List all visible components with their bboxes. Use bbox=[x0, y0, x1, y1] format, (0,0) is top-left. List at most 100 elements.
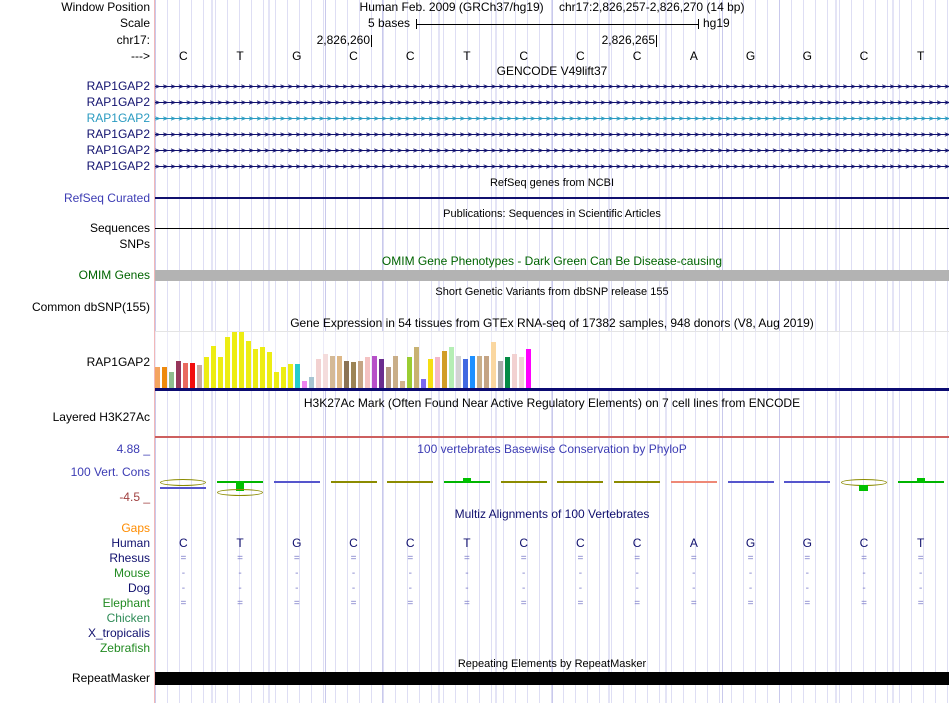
track-label-snps[interactable]: SNPs bbox=[0, 238, 150, 251]
gtex-tissue-bar[interactable] bbox=[344, 361, 349, 389]
gtex-tissue-bar[interactable] bbox=[204, 357, 209, 389]
gene-transcript-row[interactable]: >>>>>>>>>>>>>>>>>>>>>>>>>>>>>>>>>>>>>>>>… bbox=[155, 112, 949, 125]
multiz-row-rhesus[interactable]: = = = = = = = = = = = = = = bbox=[155, 552, 949, 565]
gtex-tissue-bar[interactable] bbox=[463, 359, 468, 389]
gtex-tissue-bar[interactable] bbox=[274, 372, 279, 389]
conservation-mark[interactable] bbox=[916, 478, 925, 483]
track-label-refseq-curated[interactable]: RefSeq Curated bbox=[0, 192, 150, 205]
track-label-layered-h3k27ac[interactable]: Layered H3K27Ac bbox=[0, 411, 150, 424]
conservation-mark[interactable] bbox=[784, 481, 831, 483]
gtex-tissue-bar[interactable] bbox=[449, 347, 454, 389]
gtex-tissue-bar[interactable] bbox=[197, 365, 202, 389]
gtex-tissue-bar[interactable] bbox=[169, 372, 174, 389]
gtex-tissue-bar[interactable] bbox=[218, 357, 223, 389]
track-label-100-vert-cons[interactable]: 100 Vert. Cons bbox=[0, 466, 150, 479]
gtex-tissue-bar[interactable] bbox=[190, 363, 195, 389]
conservation-mark[interactable] bbox=[557, 481, 604, 483]
gtex-tissue-bar[interactable] bbox=[232, 332, 237, 389]
gtex-tissue-bar[interactable] bbox=[155, 367, 160, 389]
multiz-row-dog[interactable]: -------------- bbox=[155, 582, 949, 595]
multiz-species-label-x_tropicalis[interactable]: X_tropicalis bbox=[0, 627, 150, 640]
gene-label-rap1gap2[interactable]: RAP1GAP2 bbox=[0, 96, 150, 109]
gtex-tissue-bar[interactable] bbox=[316, 359, 321, 389]
gtex-tissue-bar[interactable] bbox=[365, 357, 370, 389]
track-label-repeatmasker[interactable]: RepeatMasker bbox=[0, 672, 150, 685]
publications-sequences-item[interactable] bbox=[155, 228, 949, 229]
gtex-tissue-bar[interactable] bbox=[183, 363, 188, 389]
gene-transcript-row[interactable]: >>>>>>>>>>>>>>>>>>>>>>>>>>>>>>>>>>>>>>>>… bbox=[155, 144, 949, 157]
conservation-mark[interactable] bbox=[462, 478, 471, 483]
gtex-tissue-bar[interactable] bbox=[246, 341, 251, 389]
multiz-species-label-mouse[interactable]: Mouse bbox=[0, 567, 150, 580]
gtex-tissue-bar[interactable] bbox=[435, 357, 440, 389]
track-label-sequences[interactable]: Sequences bbox=[0, 222, 150, 235]
gtex-tissue-bar[interactable] bbox=[484, 356, 489, 389]
gtex-expression-chart[interactable] bbox=[155, 331, 949, 389]
gtex-tissue-bar[interactable] bbox=[470, 356, 475, 389]
gene-label-rap1gap2[interactable]: RAP1GAP2 bbox=[0, 128, 150, 141]
gtex-tissue-bar[interactable] bbox=[379, 359, 384, 389]
gtex-tissue-bar[interactable] bbox=[330, 356, 335, 389]
multiz-species-label-elephant[interactable]: Elephant bbox=[0, 597, 150, 610]
gtex-tissue-bar[interactable] bbox=[225, 337, 230, 389]
multiz-row-elephant[interactable]: = = = = = = = = = = = = = = bbox=[155, 597, 949, 610]
gtex-tissue-bar[interactable] bbox=[442, 351, 447, 389]
gtex-tissue-bar[interactable] bbox=[372, 356, 377, 389]
multiz-species-label-gaps[interactable]: Gaps bbox=[0, 522, 150, 535]
conservation-mark[interactable] bbox=[500, 481, 547, 483]
gtex-tissue-bar[interactable] bbox=[337, 356, 342, 389]
conservation-mark[interactable] bbox=[859, 485, 869, 491]
gene-label-rap1gap2[interactable]: RAP1GAP2 bbox=[0, 160, 150, 173]
conservation-mark[interactable] bbox=[330, 481, 377, 483]
multiz-species-label-dog[interactable]: Dog bbox=[0, 582, 150, 595]
gtex-tissue-bar[interactable] bbox=[512, 354, 517, 389]
multiz-row-mouse[interactable]: -------------- bbox=[155, 567, 949, 580]
gtex-tissue-bar[interactable] bbox=[260, 347, 265, 389]
gene-label-rap1gap2[interactable]: RAP1GAP2 bbox=[0, 112, 150, 125]
conservation-mark[interactable] bbox=[670, 481, 717, 483]
repeatmasker-element-bar[interactable] bbox=[155, 672, 949, 685]
gtex-tissue-bar[interactable] bbox=[323, 354, 328, 389]
gtex-tissue-bar[interactable] bbox=[281, 367, 286, 389]
multiz-species-label-zebrafish[interactable]: Zebrafish bbox=[0, 642, 150, 655]
multiz-species-label-rhesus[interactable]: Rhesus bbox=[0, 552, 150, 565]
conservation-mark[interactable] bbox=[387, 481, 434, 483]
gtex-tissue-bar[interactable] bbox=[519, 357, 524, 389]
gtex-tissue-bar[interactable] bbox=[393, 356, 398, 389]
gtex-tissue-bar[interactable] bbox=[414, 347, 419, 389]
gtex-tissue-bar[interactable] bbox=[253, 349, 258, 389]
multiz-row-human[interactable]: CTGCCTCCCAGGCT bbox=[155, 537, 949, 550]
conservation-mark[interactable] bbox=[727, 481, 774, 483]
gtex-tissue-bar[interactable] bbox=[407, 357, 412, 389]
gene-label-rap1gap2[interactable]: RAP1GAP2 bbox=[0, 144, 150, 157]
conservation-mark[interactable] bbox=[614, 481, 661, 483]
gtex-tissue-bar[interactable] bbox=[491, 342, 496, 389]
gtex-tissue-bar[interactable] bbox=[351, 362, 356, 389]
track-label-omim-genes[interactable]: OMIM Genes bbox=[0, 269, 150, 282]
gtex-tissue-bar[interactable] bbox=[267, 352, 272, 389]
track-label-gtex-gene[interactable]: RAP1GAP2 bbox=[0, 356, 150, 369]
gtex-tissue-bar[interactable] bbox=[498, 361, 503, 389]
gtex-tissue-bar[interactable] bbox=[505, 357, 510, 389]
h3k27ac-signal-line[interactable] bbox=[155, 436, 949, 438]
multiz-species-label-human[interactable]: Human bbox=[0, 537, 150, 550]
conservation-mark[interactable] bbox=[160, 479, 207, 486]
conservation-mark[interactable] bbox=[160, 487, 207, 489]
gtex-tissue-bar[interactable] bbox=[295, 364, 300, 389]
conservation-mark[interactable] bbox=[217, 489, 264, 496]
refseq-curated-item[interactable] bbox=[155, 197, 949, 199]
gtex-tissue-bar[interactable] bbox=[176, 361, 181, 389]
multiz-species-label-chicken[interactable]: Chicken bbox=[0, 612, 150, 625]
gtex-tissue-bar[interactable] bbox=[211, 346, 216, 389]
gene-transcript-row[interactable]: >>>>>>>>>>>>>>>>>>>>>>>>>>>>>>>>>>>>>>>>… bbox=[155, 96, 949, 109]
gtex-tissue-bar[interactable] bbox=[456, 356, 461, 389]
omim-gene-bar[interactable] bbox=[155, 270, 949, 281]
gene-transcript-row[interactable]: >>>>>>>>>>>>>>>>>>>>>>>>>>>>>>>>>>>>>>>>… bbox=[155, 128, 949, 141]
gene-transcript-row[interactable]: >>>>>>>>>>>>>>>>>>>>>>>>>>>>>>>>>>>>>>>>… bbox=[155, 160, 949, 173]
gtex-tissue-bar[interactable] bbox=[288, 364, 293, 389]
gtex-tissue-bar[interactable] bbox=[428, 359, 433, 389]
gtex-tissue-bar[interactable] bbox=[358, 361, 363, 389]
gtex-tissue-bar[interactable] bbox=[386, 367, 391, 389]
gtex-tissue-bar[interactable] bbox=[526, 349, 531, 389]
gtex-tissue-bar[interactable] bbox=[162, 367, 167, 389]
